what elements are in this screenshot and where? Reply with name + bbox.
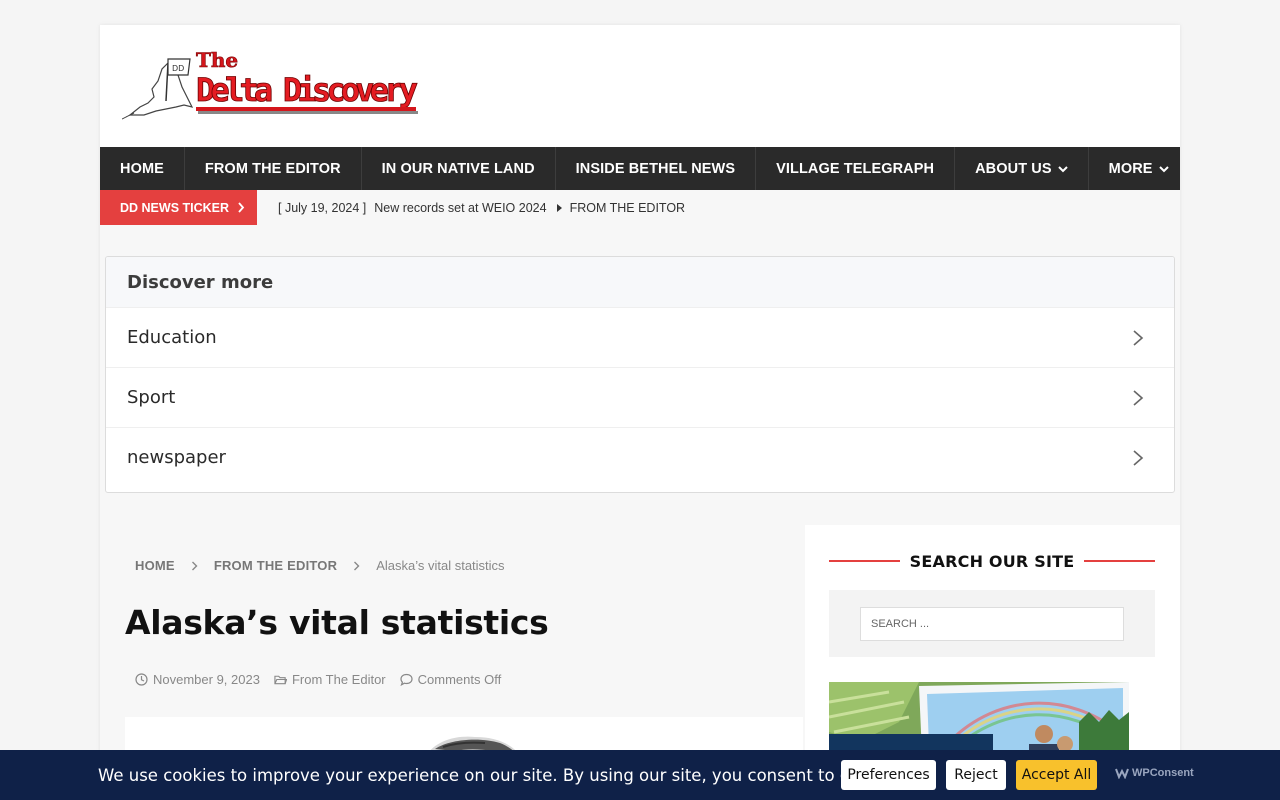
discover-item-label: newspaper [127, 447, 226, 468]
nav-item-home[interactable]: HOME [100, 147, 185, 190]
svg-text:The: The [196, 48, 238, 72]
chevron-down-icon [1158, 165, 1169, 172]
article-meta: November 9, 2023 From The Editor Comment… [135, 672, 515, 687]
nav-item-label: HOME [120, 160, 164, 177]
discover-more-heading: Discover more [106, 257, 1174, 307]
chevron-right-icon [238, 202, 245, 213]
breadcrumb-current: Alaska’s vital statistics [376, 558, 505, 573]
page-wrapper: DD The Delta Discovery HOME FROM THE EDI… [100, 25, 1180, 800]
accept-all-button[interactable]: Accept All [1016, 760, 1097, 790]
wpconsent-brand[interactable]: WPConsent [1115, 767, 1194, 779]
nav-item-label: IN OUR NATIVE LAND [381, 160, 535, 177]
divider [1084, 560, 1156, 562]
reject-button[interactable]: Reject [946, 760, 1006, 790]
discover-more-panel: Discover more Education Sport newspaper [105, 256, 1175, 493]
nav-item-label: MORE [1108, 160, 1153, 177]
preferences-button[interactable]: Preferences [841, 760, 936, 790]
site-logo[interactable]: DD The Delta Discovery [121, 45, 422, 125]
ticker-headline[interactable]: New records set at WEIO 2024 [374, 201, 546, 215]
article-comments-text: Comments Off [417, 672, 502, 687]
article-date: November 9, 2023 [135, 672, 260, 687]
nav-item-in-our-native-land[interactable]: IN OUR NATIVE LAND [362, 147, 556, 190]
nav-item-inside-bethel-news[interactable]: INSIDE BETHEL NEWS [556, 147, 757, 190]
folder-icon [274, 675, 287, 685]
main-nav: HOME FROM THE EDITOR IN OUR NATIVE LAND … [100, 147, 1180, 190]
nav-item-about-us[interactable]: ABOUT US [955, 147, 1089, 190]
ticker-label-text: DD NEWS TICKER [120, 200, 230, 215]
nav-item-more[interactable]: MORE [1089, 147, 1189, 190]
breadcrumb-home[interactable]: HOME [135, 558, 175, 573]
chevron-right-icon [1133, 449, 1144, 466]
chevron-down-icon [1057, 165, 1068, 172]
svg-text:DD: DD [172, 64, 184, 73]
ticker-date: [ July 19, 2024 ] [278, 200, 367, 215]
ticker-item[interactable]: [ July 19, 2024 ] New records set at WEI… [278, 190, 685, 225]
article-title: Alaska’s vital statistics [125, 603, 549, 642]
search-widget [829, 590, 1155, 657]
discover-item-education[interactable]: Education [106, 307, 1174, 367]
article-date-text: November 9, 2023 [153, 672, 260, 687]
search-widget-title: SEARCH OUR SITE [829, 550, 1156, 572]
chevron-right-icon [1133, 329, 1144, 346]
comment-icon [400, 673, 413, 686]
cookie-consent-bar: We use cookies to improve your experienc… [0, 750, 1280, 800]
search-widget-title-text: SEARCH OUR SITE [909, 551, 1075, 571]
chevron-right-icon [354, 561, 360, 570]
nav-item-from-the-editor[interactable]: FROM THE EDITOR [185, 147, 362, 190]
site-header: DD The Delta Discovery [100, 25, 1180, 147]
nav-item-label: VILLAGE TELEGRAPH [776, 160, 935, 177]
chevron-right-icon [191, 561, 198, 570]
discover-item-label: Education [127, 327, 217, 348]
discover-item-newspaper[interactable]: newspaper [106, 427, 1174, 487]
triangle-right-icon [556, 203, 562, 212]
breadcrumb-section[interactable]: FROM THE EDITOR [214, 558, 337, 573]
discover-item-sport[interactable]: Sport [106, 367, 1174, 427]
svg-text:Delta Discovery: Delta Discovery [196, 71, 418, 109]
ticker-label: DD NEWS TICKER [100, 190, 257, 225]
breadcrumb: HOME FROM THE EDITOR Alaska’s vital stat… [135, 558, 505, 573]
chevron-right-icon [1133, 389, 1144, 406]
nav-item-label: FROM THE EDITOR [204, 160, 341, 177]
nav-item-village-telegraph[interactable]: VILLAGE TELEGRAPH [756, 147, 956, 190]
discover-item-label: Sport [127, 387, 176, 408]
clock-icon [135, 673, 148, 686]
article-category: From The Editor [274, 672, 386, 687]
news-ticker: DD NEWS TICKER [ July 19, 2024 ] New rec… [100, 190, 1180, 225]
wpconsent-brand-text: WPConsent [1132, 767, 1194, 779]
nav-item-label: INSIDE BETHEL NEWS [575, 160, 736, 177]
cookie-message: We use cookies to improve your experienc… [98, 765, 908, 785]
article-category-link[interactable]: From The Editor [292, 672, 386, 687]
wpconsent-logo-icon [1115, 768, 1129, 779]
article-comments: Comments Off [400, 672, 502, 687]
ticker-category[interactable]: FROM THE EDITOR [570, 201, 686, 215]
search-input[interactable] [860, 607, 1124, 641]
nav-item-label: ABOUT US [975, 160, 1052, 177]
divider [829, 560, 900, 562]
